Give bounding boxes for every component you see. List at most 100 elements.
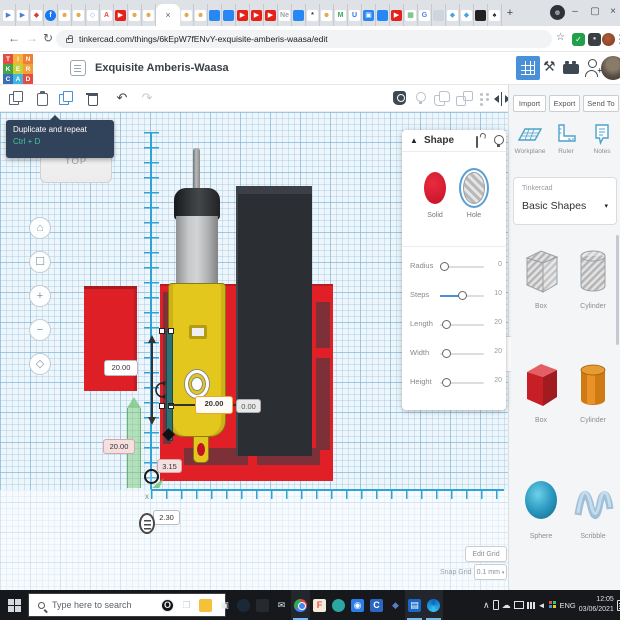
fit-view-button[interactable]: ☐ <box>29 251 51 273</box>
grey-blob-tab[interactable] <box>432 4 446 26</box>
measure-handle-3[interactable] <box>159 403 165 409</box>
reload-icon[interactable]: ↻ <box>43 31 53 45</box>
workplane-tool[interactable]: Workplane <box>513 123 547 155</box>
dark-rect-tab[interactable] <box>474 4 488 26</box>
hole-option-selected[interactable] <box>459 168 489 208</box>
motor-shaft[interactable] <box>193 148 200 192</box>
blue-square-4-tab[interactable] <box>376 4 390 26</box>
diamond-blue-1-tab[interactable]: ◆ <box>446 4 460 26</box>
blue-square-3-tab[interactable] <box>292 4 306 26</box>
steam-taskbar-icon[interactable] <box>234 590 253 620</box>
back-icon[interactable]: ← <box>8 31 20 45</box>
pointer-blue-2-tab[interactable]: ▶ <box>16 4 30 26</box>
task-view-taskbar-icon[interactable]: ❒ <box>177 590 196 620</box>
letter-u-blue-tab[interactable]: U <box>348 4 362 26</box>
delete-icon[interactable] <box>84 90 100 106</box>
shape-cylinder-hole[interactable]: Cylinder <box>569 243 617 310</box>
ne-site-tab[interactable]: Ne <box>278 4 292 26</box>
panel-collapse-icon[interactable]: ▲ <box>410 136 418 145</box>
dimension-label-depth[interactable]: 0.00 <box>236 399 261 413</box>
google-tab[interactable]: G <box>418 4 432 26</box>
dimension-label-axis-offset[interactable]: 2.30 <box>153 510 180 525</box>
dimension-label-plate[interactable]: 20.00 <box>103 439 135 454</box>
extension-dark-icon[interactable]: ● <box>588 33 601 46</box>
tray-chevron-icon[interactable]: ∧ <box>483 600 490 611</box>
duplicate-icon[interactable] <box>58 90 74 106</box>
profile-yellow-3-tab[interactable]: ☻ <box>128 4 142 26</box>
shape-color-icon[interactable] <box>393 91 406 105</box>
pickaxe-icon[interactable]: ⚒ <box>543 58 556 75</box>
user-avatar[interactable] <box>601 56 620 80</box>
network-icon[interactable] <box>526 601 535 609</box>
window-close-button[interactable]: × <box>604 0 620 24</box>
dimension-label-height[interactable]: 20.00 <box>104 360 138 376</box>
diamond-blue-2-tab[interactable]: ◆ <box>460 4 474 26</box>
edge-taskbar-icon[interactable] <box>424 590 443 620</box>
shape-box-solid[interactable]: Box <box>517 357 565 424</box>
diamond-app-taskbar-icon[interactable]: ◆ <box>386 590 405 620</box>
profile-yellow-7-tab[interactable]: ☻ <box>320 4 334 26</box>
youtube-5-tab[interactable]: ▶ <box>390 4 404 26</box>
radius-slider[interactable] <box>440 262 484 271</box>
ruler-tool-chip-icon[interactable] <box>139 513 155 534</box>
copy-icon[interactable] <box>8 90 24 106</box>
profile-yellow-2-tab[interactable]: ☻ <box>72 4 86 26</box>
spade-dark-tab[interactable]: ♠ <box>488 4 502 26</box>
dimension-label-width-active[interactable]: 20.00 <box>195 396 233 414</box>
browser-profile-icon[interactable]: ☻ <box>550 5 565 20</box>
edit-grid-button[interactable]: Edit Grid <box>465 546 507 562</box>
color-grid-icon[interactable] <box>548 601 557 609</box>
import-button[interactable]: Import <box>513 95 546 112</box>
profile-yellow-4-tab[interactable]: ☻ <box>142 4 156 26</box>
profile-yellow-6-tab[interactable]: ☻ <box>194 4 208 26</box>
new-tab-button[interactable]: + <box>502 5 518 21</box>
blue-3d-square-tab[interactable]: ▣ <box>362 4 376 26</box>
steps-slider[interactable] <box>440 291 484 300</box>
tinkercad-active-tab[interactable]: × <box>156 4 180 26</box>
youtube-4-tab[interactable]: ▶ <box>264 4 278 26</box>
profile-yellow-1-tab[interactable]: ☻ <box>58 4 72 26</box>
home-view-button[interactable]: ⌂ <box>29 217 51 239</box>
perspective-toggle-button[interactable]: ◇ <box>29 353 51 375</box>
blocks-icon[interactable] <box>563 61 579 74</box>
meet-taskbar-icon[interactable]: ◉ <box>348 590 367 620</box>
ruler-tool[interactable]: Ruler <box>549 123 583 155</box>
onedrive-cloud-icon[interactable]: ☁ <box>502 600 511 611</box>
extension-check-icon[interactable]: ✓ <box>572 33 585 46</box>
ms-store-taskbar-icon[interactable]: ▣ <box>215 590 234 620</box>
shape-sphere[interactable]: Sphere <box>517 473 565 540</box>
paste-icon[interactable] <box>34 90 50 106</box>
opera-taskbar-icon[interactable]: O <box>158 590 177 620</box>
chart-green-tab[interactable]: ▦ <box>404 4 418 26</box>
clock[interactable]: 12:05 03/06/2021 <box>579 595 614 616</box>
profile-yellow-5-tab[interactable]: ☻ <box>180 4 194 26</box>
tinkercad-logo[interactable]: TINKERCAD <box>3 54 33 84</box>
dark-asterisk-tab[interactable]: * <box>306 4 320 26</box>
rotate-handle-icon[interactable] <box>152 380 168 400</box>
diamond-silver-tab[interactable]: ◇ <box>86 4 100 26</box>
length-slider[interactable] <box>440 320 484 329</box>
undo-icon[interactable]: ↶ <box>114 90 130 106</box>
youtube-2-tab[interactable]: ▶ <box>236 4 250 26</box>
gallery-scrollbar[interactable] <box>616 235 619 345</box>
msi-app-taskbar-icon[interactable] <box>253 590 272 620</box>
youtube-1-tab[interactable]: ▶ <box>114 4 128 26</box>
zoom-out-button[interactable]: − <box>29 319 51 341</box>
pointer-blue-1-tab[interactable]: ▶ <box>2 4 16 26</box>
lock-icon[interactable] <box>474 136 484 148</box>
bookmark-star-icon[interactable]: ☆ <box>556 32 565 43</box>
game-red-tab[interactable]: ◆ <box>30 4 44 26</box>
height-slider[interactable] <box>440 378 484 387</box>
black-box[interactable] <box>236 186 312 456</box>
zoom-in-button[interactable]: + <box>29 285 51 307</box>
design-title[interactable]: Exquisite Amberis-Waasa <box>95 62 229 74</box>
volume-icon[interactable]: ◄ <box>538 601 546 610</box>
solid-option[interactable] <box>424 172 446 204</box>
display-icon[interactable] <box>513 601 524 609</box>
letter-a-tab[interactable]: A <box>100 4 114 26</box>
send-to-button[interactable]: Send To <box>583 95 619 112</box>
window-minimize-button[interactable]: – <box>566 0 584 24</box>
browser-menu-icon[interactable]: ⋮ <box>614 32 620 46</box>
chrome-taskbar-icon[interactable] <box>291 590 310 620</box>
motor-cylinder[interactable] <box>176 216 218 286</box>
